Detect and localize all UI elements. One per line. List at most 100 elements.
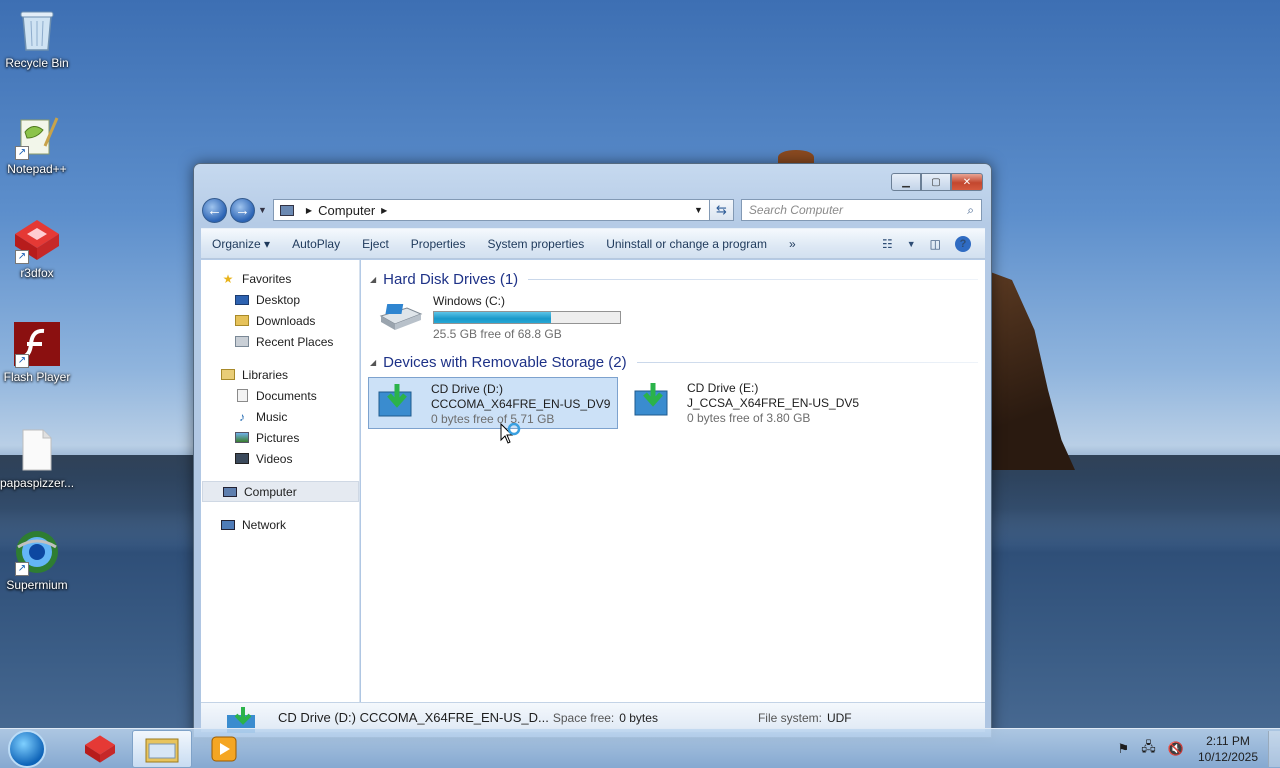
desktop-icon-label: r3dfox <box>20 266 54 280</box>
recent-pages-dropdown[interactable]: ▼ <box>258 205 267 215</box>
nav-libraries[interactable]: Libraries <box>201 364 359 385</box>
properties-button[interactable]: Properties <box>411 237 466 251</box>
desktop-icon-flash-player[interactable]: ↗ Flash Player <box>0 320 74 384</box>
nav-label: Computer <box>244 484 297 499</box>
clock-time: 2:11 PM <box>1206 733 1250 748</box>
downloads-folder-icon <box>234 314 250 328</box>
nav-desktop[interactable]: Desktop <box>201 289 359 310</box>
navigation-bar: ← → ▼ ▶ Computer ▶ ▼ ⇆ Search Computer ⌕ <box>202 197 983 223</box>
notepad-plus-plus-icon: ↗ <box>13 112 61 160</box>
collapse-triangle-icon[interactable]: ◢ <box>370 275 376 284</box>
eject-button[interactable]: Eject <box>362 237 389 251</box>
cd-drive-icon <box>631 381 677 421</box>
nav-computer[interactable]: Computer <box>202 481 359 502</box>
navigation-pane: ★ Favorites Desktop Downloads Recent Pla… <box>201 260 360 702</box>
file-system-label: File system: <box>757 710 822 725</box>
libraries-icon <box>220 368 236 382</box>
nav-music[interactable]: ♪ Music <box>201 406 359 427</box>
desktop-icon-papaspizzeria-file[interactable]: papaspizzer... <box>0 426 74 490</box>
taskbar-explorer[interactable] <box>132 729 192 768</box>
drive-e[interactable]: CD Drive (E:) J_CCSA_X64FRE_EN-US_DV5 0 … <box>625 377 875 429</box>
group-removable-storage[interactable]: ◢ Devices with Removable Storage (2) <box>370 352 978 372</box>
nav-label: Videos <box>256 451 293 466</box>
computer-icon <box>222 485 238 499</box>
nav-label: Desktop <box>256 292 301 307</box>
change-view-icon[interactable]: ☷ <box>882 237 893 251</box>
wallpaper-rock-top <box>778 150 814 164</box>
desktop-icon-r3dfox[interactable]: ↗ r3dfox <box>0 216 74 280</box>
hard-drive-icon <box>377 294 423 334</box>
pictures-icon <box>234 431 250 445</box>
view-dropdown-icon[interactable]: ▼ <box>907 239 916 249</box>
videos-icon <box>234 452 250 466</box>
nav-recent-places[interactable]: Recent Places <box>201 331 359 352</box>
desktop-icon-label: papaspizzer... <box>0 476 75 490</box>
documents-icon <box>234 389 250 403</box>
desktop-icon-recycle-bin[interactable]: Recycle Bin <box>0 6 74 70</box>
address-dropdown-icon[interactable]: ▼ <box>688 205 709 215</box>
breadcrumb-arrow-icon[interactable]: ▶ <box>381 206 387 215</box>
help-icon[interactable]: ? <box>955 235 971 252</box>
start-button[interactable] <box>8 729 46 768</box>
search-icon[interactable]: ⌕ <box>967 203 974 218</box>
supermium-icon: ↗ <box>13 528 61 576</box>
nav-label: Network <box>242 517 287 532</box>
back-button[interactable]: ← <box>202 197 227 223</box>
space-free-value: 0 bytes <box>619 710 658 725</box>
folder-icon <box>145 738 179 762</box>
desktop-icon-label: Notepad++ <box>7 162 67 176</box>
nav-label: Favorites <box>242 271 292 286</box>
nav-videos[interactable]: Videos <box>201 448 359 469</box>
drive-c[interactable]: Windows (C:) 25.5 GB free of 68.8 GB <box>371 290 631 342</box>
forward-button[interactable]: → <box>230 197 255 223</box>
drive-free-space: 25.5 GB free of 68.8 GB <box>433 327 562 341</box>
breadcrumb-arrow-icon[interactable]: ▶ <box>306 206 312 215</box>
cd-drive-icon <box>375 382 421 422</box>
music-icon: ♪ <box>239 409 245 424</box>
autoplay-button[interactable]: AutoPlay <box>292 237 340 251</box>
nav-pictures[interactable]: Pictures <box>201 427 359 448</box>
shortcut-arrow-icon: ↗ <box>15 250 29 264</box>
nav-label: Music <box>256 409 288 424</box>
preview-pane-icon[interactable]: ◫ <box>930 237 941 251</box>
organize-button[interactable]: Organize <box>212 237 270 251</box>
nav-label: Pictures <box>256 430 300 445</box>
nav-label: Downloads <box>256 313 316 328</box>
taskbar-media-player[interactable] <box>194 730 254 768</box>
uninstall-program-button[interactable]: Uninstall or change a program <box>606 237 767 251</box>
star-icon: ★ <box>222 271 234 286</box>
drive-usage-bar <box>433 311 621 324</box>
computer-icon <box>279 204 294 216</box>
window-controls: ▁ ▢ ✕ <box>891 173 983 191</box>
network-tray-icon[interactable]: 🖧 <box>1141 738 1156 760</box>
search-placeholder: Search Computer <box>748 203 843 217</box>
clock[interactable]: 2:11 PM 10/12/2025 <box>1198 733 1258 765</box>
desktop-icon-supermium[interactable]: ↗ Supermium <box>0 528 74 592</box>
nav-documents[interactable]: Documents <box>201 385 359 406</box>
desktop-icon-notepad-plus-plus[interactable]: ↗ Notepad++ <box>0 112 74 176</box>
show-desktop-button[interactable] <box>1268 731 1280 767</box>
maximize-button[interactable]: ▢ <box>921 173 951 191</box>
breadcrumb-computer[interactable]: Computer <box>318 203 375 218</box>
refresh-button[interactable]: ⇆ <box>709 199 734 221</box>
action-center-flag-icon[interactable]: ⚑ <box>1118 741 1130 757</box>
collapse-triangle-icon[interactable]: ◢ <box>370 358 376 367</box>
drive-volume-label: CCCOMA_X64FRE_EN-US_DV9 <box>431 397 611 411</box>
system-properties-button[interactable]: System properties <box>487 237 584 251</box>
nav-network[interactable]: Network <box>201 514 359 535</box>
group-label: Hard Disk Drives (1) <box>383 270 519 288</box>
desktop-icon-label: Recycle Bin <box>5 56 69 70</box>
nav-favorites[interactable]: ★ Favorites <box>201 268 359 289</box>
search-input[interactable]: Search Computer ⌕ <box>740 199 982 221</box>
address-bar[interactable]: ▶ Computer ▶ ▼ <box>272 199 710 221</box>
taskbar-r3dfox[interactable] <box>70 730 130 768</box>
minimize-button[interactable]: ▁ <box>891 173 921 191</box>
volume-muted-icon[interactable]: 🔇 <box>1168 741 1184 757</box>
drive-d[interactable]: CD Drive (D:) CCCOMA_X64FRE_EN-US_DV9 0 … <box>368 377 618 429</box>
details-title: CD Drive (D:) CCCOMA_X64FRE_EN-US_D... <box>278 710 549 725</box>
close-button[interactable]: ✕ <box>951 173 983 191</box>
shortcut-arrow-icon: ↗ <box>15 562 29 576</box>
nav-downloads[interactable]: Downloads <box>201 310 359 331</box>
more-commands-button[interactable]: » <box>789 237 796 251</box>
group-hard-disk-drives[interactable]: ◢ Hard Disk Drives (1) <box>370 269 978 289</box>
